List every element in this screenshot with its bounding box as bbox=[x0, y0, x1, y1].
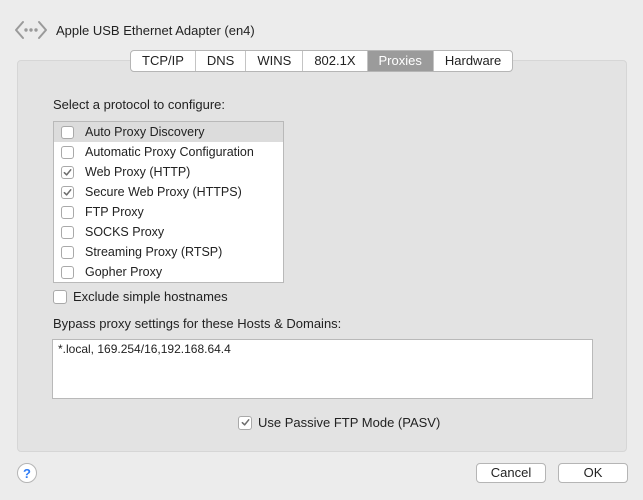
protocol-list: Auto Proxy Discovery Automatic Proxy Con… bbox=[53, 121, 284, 283]
cancel-button[interactable]: Cancel bbox=[476, 463, 546, 483]
protocol-item-label: Automatic Proxy Configuration bbox=[85, 145, 254, 159]
protocol-item-ftp-proxy[interactable]: FTP Proxy bbox=[54, 202, 283, 222]
checkmark-icon bbox=[241, 419, 250, 426]
protocol-item-label: SOCKS Proxy bbox=[85, 225, 165, 239]
passive-ftp-option: Use Passive FTP Mode (PASV) bbox=[238, 415, 440, 430]
tab-wins[interactable]: WINS bbox=[246, 51, 304, 71]
bypass-label: Bypass proxy settings for these Hosts & … bbox=[53, 316, 342, 331]
protocol-item-web-proxy-http[interactable]: Web Proxy (HTTP) bbox=[54, 162, 283, 182]
ok-button[interactable]: OK bbox=[558, 463, 628, 483]
tab-dns[interactable]: DNS bbox=[196, 51, 247, 71]
protocol-item-socks-proxy[interactable]: SOCKS Proxy bbox=[54, 222, 283, 242]
protocol-item-secure-web-proxy-https[interactable]: Secure Web Proxy (HTTPS) bbox=[54, 182, 283, 202]
protocol-item-auto-proxy-discovery[interactable]: Auto Proxy Discovery bbox=[54, 122, 283, 142]
protocol-list-label: Select a protocol to configure: bbox=[53, 97, 225, 112]
exclude-simple-hostnames-label: Exclude simple hostnames bbox=[73, 289, 228, 304]
protocol-checkbox[interactable] bbox=[61, 265, 74, 279]
checkmark-icon bbox=[63, 168, 72, 176]
protocol-checkbox[interactable] bbox=[61, 125, 74, 139]
bypass-hosts-field[interactable]: *.local, 169.254/16,192.168.64.4 bbox=[52, 339, 593, 399]
network-adapter-icon bbox=[14, 18, 48, 42]
passive-ftp-label: Use Passive FTP Mode (PASV) bbox=[258, 415, 441, 430]
protocol-item-label: Secure Web Proxy (HTTPS) bbox=[85, 185, 242, 199]
protocol-checkbox[interactable] bbox=[61, 245, 74, 259]
window-header: Apple USB Ethernet Adapter (en4) bbox=[14, 17, 255, 43]
protocol-item-label: Web Proxy (HTTP) bbox=[85, 165, 191, 179]
exclude-simple-hostnames-option: Exclude simple hostnames bbox=[53, 289, 228, 304]
tab-tcpip[interactable]: TCP/IP bbox=[131, 51, 196, 71]
protocol-item-gopher-proxy[interactable]: Gopher Proxy bbox=[54, 262, 283, 282]
tab-hardware[interactable]: Hardware bbox=[434, 51, 512, 71]
help-icon: ? bbox=[23, 465, 31, 481]
exclude-simple-hostnames-checkbox[interactable] bbox=[53, 289, 67, 304]
help-button[interactable]: ? bbox=[17, 463, 37, 483]
protocol-item-label: Streaming Proxy (RTSP) bbox=[85, 245, 223, 259]
protocol-item-streaming-proxy-rtsp[interactable]: Streaming Proxy (RTSP) bbox=[54, 242, 283, 262]
passive-ftp-checkbox[interactable] bbox=[238, 415, 252, 430]
protocol-checkbox[interactable] bbox=[61, 145, 74, 159]
tab-proxies[interactable]: Proxies bbox=[367, 51, 434, 71]
protocol-item-automatic-proxy-configuration[interactable]: Automatic Proxy Configuration bbox=[54, 142, 283, 162]
tab-8021x[interactable]: 802.1X bbox=[303, 51, 368, 71]
tab-bar: TCP/IP DNS WINS 802.1X Proxies Hardware bbox=[130, 50, 514, 72]
adapter-title: Apple USB Ethernet Adapter (en4) bbox=[56, 22, 255, 38]
protocol-checkbox[interactable] bbox=[61, 165, 74, 179]
protocol-checkbox[interactable] bbox=[61, 185, 74, 199]
protocol-checkbox[interactable] bbox=[61, 205, 74, 219]
protocol-checkbox[interactable] bbox=[61, 225, 74, 239]
protocol-item-label: FTP Proxy bbox=[85, 205, 144, 219]
checkmark-icon bbox=[63, 188, 72, 196]
protocol-item-label: Gopher Proxy bbox=[85, 265, 163, 279]
protocol-item-label: Auto Proxy Discovery bbox=[85, 125, 205, 139]
